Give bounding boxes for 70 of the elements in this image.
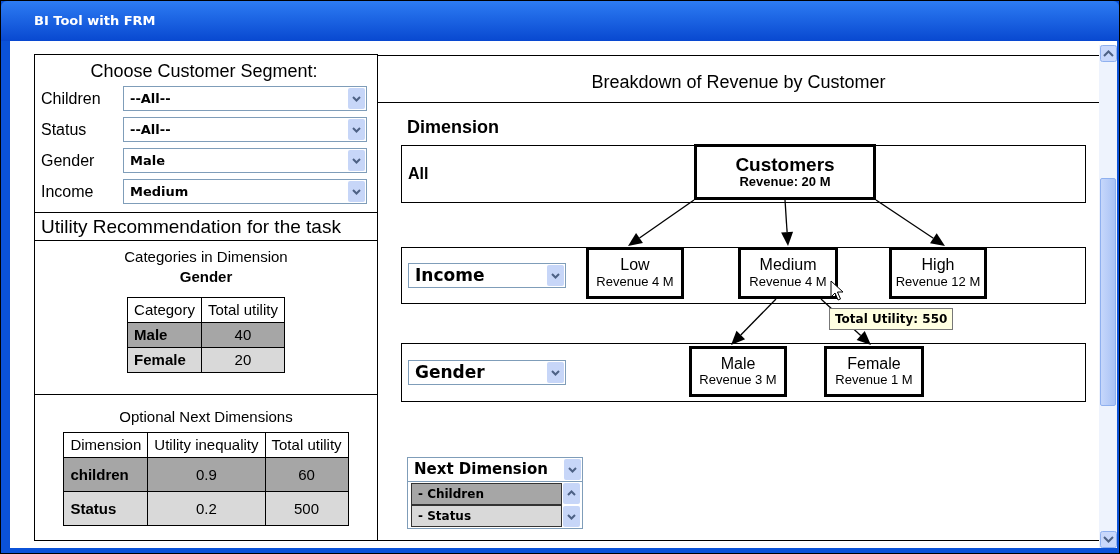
dimension-label: All bbox=[408, 164, 429, 184]
dropdown[interactable]: Income bbox=[408, 263, 566, 288]
tree-node[interactable]: Low Revenue 4 M bbox=[586, 247, 684, 299]
column-header: Category bbox=[127, 297, 202, 323]
scrollbar[interactable] bbox=[1099, 45, 1117, 548]
section-subtitle: Categories in Dimension bbox=[123, 247, 289, 267]
scrollbar-thumb[interactable] bbox=[1100, 178, 1116, 406]
dimension-name: Gender bbox=[178, 267, 234, 287]
field-label: Children bbox=[41, 88, 102, 109]
field-label: Income bbox=[41, 181, 95, 202]
field-label: Status bbox=[41, 119, 88, 140]
window-title: BI Tool with FRM bbox=[34, 12, 156, 31]
table-cell: Female bbox=[127, 347, 202, 373]
chevron-down-icon bbox=[563, 506, 580, 527]
table-cell: Male bbox=[127, 322, 202, 348]
list-item[interactable]: - Children bbox=[411, 483, 562, 505]
column-header: Utility inequality bbox=[147, 432, 266, 458]
section-heading: Dimension bbox=[407, 116, 500, 139]
tooltip: Total Utility: 550 bbox=[829, 308, 954, 330]
table-cell: Status bbox=[63, 491, 148, 526]
node-revenue: Revenue 3 M bbox=[698, 373, 778, 389]
node-revenue: Revenue 4 M bbox=[748, 274, 828, 290]
dropdown[interactable]: Medium bbox=[123, 179, 367, 204]
table-cell: 40 bbox=[201, 322, 285, 348]
cursor-icon bbox=[830, 280, 844, 302]
dropdown[interactable]: Next Dimension bbox=[407, 457, 583, 482]
table-cell: 500 bbox=[265, 491, 349, 526]
field-label: Gender bbox=[41, 150, 96, 171]
tree-node[interactable]: Customers Revenue: 20 M bbox=[694, 144, 876, 200]
node-revenue: Revenue 1 M bbox=[834, 373, 914, 389]
node-revenue: Revenue 12 M bbox=[894, 274, 982, 290]
node-title: Customers bbox=[734, 153, 836, 176]
section-title: Choose Customer Segment: bbox=[89, 61, 319, 81]
dropdown[interactable]: --All-- bbox=[123, 86, 367, 111]
node-title: Medium bbox=[758, 256, 818, 275]
node-revenue: Revenue 4 M bbox=[595, 274, 675, 290]
list-item[interactable]: - Status bbox=[411, 505, 562, 527]
table-cell: children bbox=[63, 457, 148, 492]
node-revenue: Revenue: 20 M bbox=[738, 175, 832, 191]
node-title: Male bbox=[719, 354, 757, 374]
chevron-up-icon bbox=[563, 483, 580, 504]
column-header: Total utility bbox=[265, 432, 349, 458]
chevron-down-icon bbox=[547, 362, 564, 383]
node-title: Low bbox=[619, 256, 651, 275]
chevron-down-icon bbox=[547, 265, 564, 286]
scroll-down-icon[interactable] bbox=[1099, 531, 1117, 548]
table-cell: 20 bbox=[201, 347, 285, 373]
section-title: Utility Recommendation for the task bbox=[35, 213, 377, 241]
node-title: High bbox=[920, 256, 956, 275]
column-header: Total utility bbox=[201, 297, 285, 323]
dropdown[interactable]: --All-- bbox=[123, 117, 367, 142]
table-cell: 60 bbox=[265, 457, 349, 492]
node-title: Female bbox=[846, 354, 902, 374]
tree-node[interactable]: Female Revenue 1 M bbox=[824, 346, 924, 397]
dropdown[interactable]: Male bbox=[123, 148, 367, 173]
table-cell: 0.9 bbox=[147, 457, 266, 492]
dropdown[interactable]: Gender bbox=[408, 360, 566, 385]
chevron-down-icon bbox=[348, 88, 365, 109]
chevron-down-icon bbox=[348, 181, 365, 202]
panel-title: Breakdown of Revenue by Customer bbox=[591, 72, 886, 92]
chevron-down-icon bbox=[564, 459, 581, 480]
chevron-down-icon bbox=[348, 150, 365, 171]
column-header: Dimension bbox=[63, 432, 148, 458]
tree-node[interactable]: Male Revenue 3 M bbox=[689, 346, 787, 397]
section-subtitle: Optional Next Dimensions bbox=[118, 407, 294, 427]
chevron-down-icon bbox=[348, 119, 365, 140]
table-cell: 0.2 bbox=[147, 491, 266, 526]
scroll-up-icon[interactable] bbox=[1099, 45, 1117, 62]
tree-node[interactable]: High Revenue 12 M bbox=[889, 247, 987, 299]
tree-node[interactable]: Medium Revenue 4 M bbox=[738, 247, 838, 299]
